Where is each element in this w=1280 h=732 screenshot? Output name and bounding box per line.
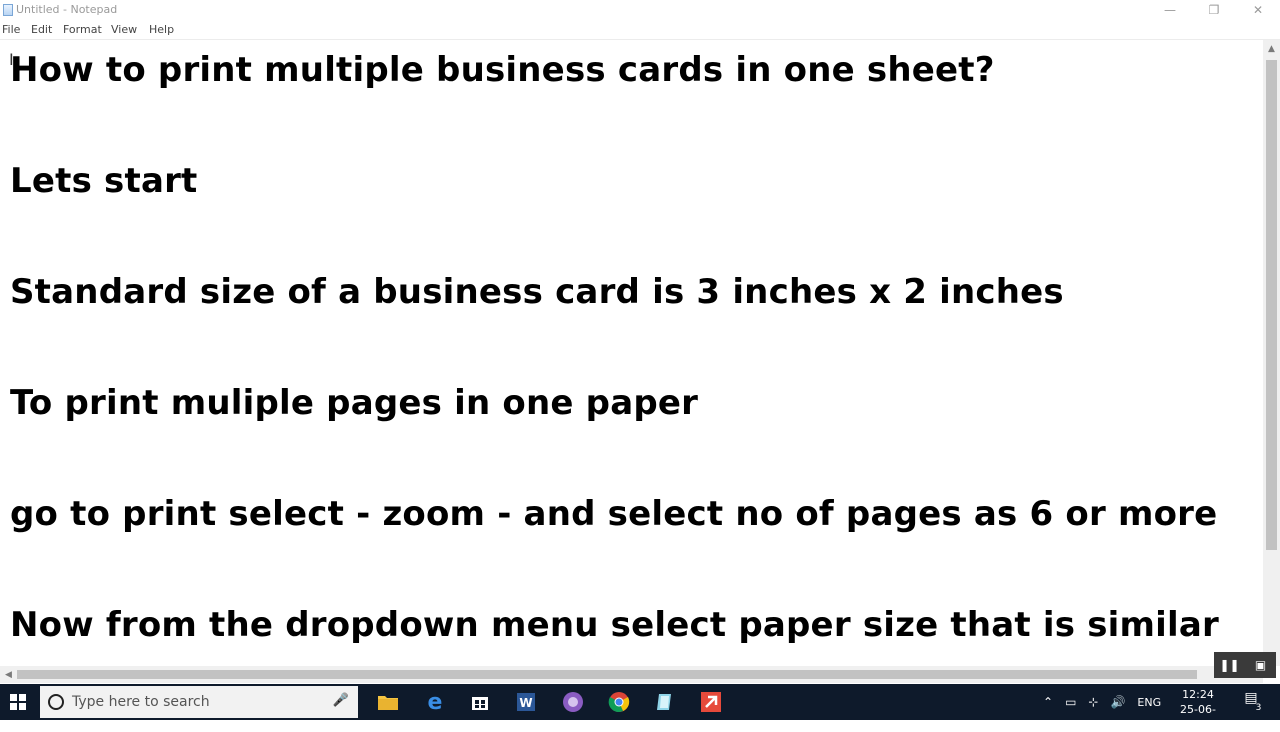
editor-line: Lets start (10, 161, 198, 201)
file-explorer-icon[interactable] (373, 688, 403, 716)
browser-icon[interactable] (558, 688, 588, 716)
taskbar-search[interactable]: Type here to search 🎤 (40, 686, 358, 718)
editor-line: go to print select - zoom - and select n… (10, 494, 1218, 534)
horizontal-scrollbar[interactable]: ◀ ▶ (0, 666, 1263, 683)
action-center-button[interactable]: ▤ 3 (1240, 690, 1264, 714)
battery-icon[interactable]: ▭ (1065, 695, 1076, 709)
text-editor[interactable]: I How to print multiple business cards i… (0, 40, 1262, 666)
pause-icon[interactable]: ❚❚ (1214, 652, 1245, 678)
editor-line: Standard size of a business card is 3 in… (10, 272, 1064, 312)
menu-view[interactable]: View (111, 23, 137, 36)
start-button[interactable] (0, 684, 36, 720)
notification-count: 3 (1253, 703, 1264, 714)
editor-line: How to print multiple business cards in … (10, 50, 995, 90)
hscrollbar-thumb[interactable] (17, 670, 1197, 679)
clock-date: 25-06-2017 (1180, 703, 1216, 731)
search-placeholder: Type here to search (72, 694, 210, 710)
editor-line: To print muliple pages in one paper (10, 383, 699, 423)
picture-icon[interactable]: ▣ (1245, 652, 1276, 678)
close-button[interactable]: ✕ (1236, 0, 1280, 20)
title-bar: Untitled - Notepad — ❐ ✕ (0, 0, 1280, 20)
window-title: Untitled - Notepad (16, 3, 118, 16)
notepad-icon (3, 4, 13, 16)
volume-icon[interactable]: 🔊 (1110, 695, 1125, 709)
overlay-controls: ❚❚ ▣ (1214, 652, 1276, 678)
network-icon[interactable]: ⊹ (1088, 695, 1098, 709)
word-icon[interactable]: W (511, 688, 541, 716)
edge-icon[interactable]: e (420, 688, 450, 716)
microphone-icon[interactable]: 🎤 (332, 693, 350, 711)
menu-bar: File Edit Format View Help (0, 20, 1280, 40)
app-icon[interactable] (696, 688, 726, 716)
clock[interactable]: 12:24 25-06-2017 (1168, 687, 1228, 732)
menu-help[interactable]: Help (149, 23, 174, 36)
notepad-app-icon[interactable] (650, 688, 680, 716)
cortana-icon (48, 694, 64, 710)
menu-edit[interactable]: Edit (31, 23, 52, 36)
scroll-up-icon[interactable]: ▲ (1263, 40, 1280, 57)
system-tray: ⌃ ▭ ⊹ 🔊 ENG (1043, 684, 1161, 720)
menu-format[interactable]: Format (63, 23, 102, 36)
scroll-left-icon[interactable]: ◀ (0, 666, 17, 683)
scrollbar-thumb[interactable] (1266, 60, 1277, 550)
restore-button[interactable]: ❐ (1192, 0, 1236, 20)
store-icon[interactable] (465, 688, 495, 716)
minimize-button[interactable]: — (1148, 0, 1192, 20)
clock-time: 12:24 (1182, 688, 1214, 701)
menu-file[interactable]: File (2, 23, 20, 36)
taskbar: Type here to search 🎤 e W ⌃ ▭ ⊹ 🔊 ENG 12… (0, 684, 1280, 731)
language-indicator[interactable]: ENG (1137, 696, 1161, 709)
svg-text:W: W (519, 696, 532, 710)
windows-logo-icon (10, 694, 26, 710)
chevron-up-icon[interactable]: ⌃ (1043, 695, 1053, 709)
editor-line: Now from the dropdown menu select paper … (10, 605, 1219, 645)
vertical-scrollbar[interactable]: ▲ ▼ (1263, 40, 1280, 666)
chrome-icon[interactable] (604, 688, 634, 716)
